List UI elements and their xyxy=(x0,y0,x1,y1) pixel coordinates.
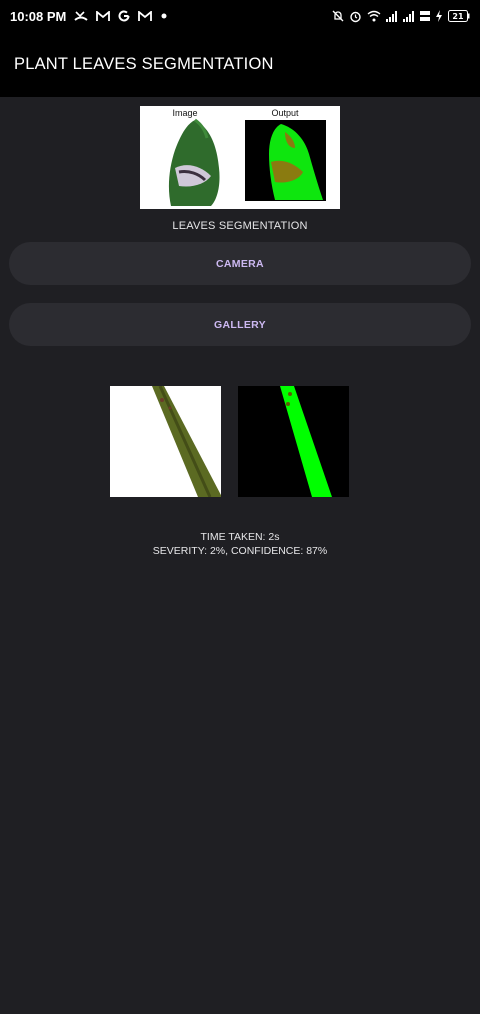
battery-icon: 21 xyxy=(448,10,470,22)
gmail-icon xyxy=(96,10,111,22)
example-output-image xyxy=(245,120,326,201)
signal-icon xyxy=(403,10,415,22)
gmail-icon xyxy=(138,10,153,22)
app-bar: PLANT LEAVES SEGMENTATION xyxy=(0,32,480,97)
page-title: PLANT LEAVES SEGMENTATION xyxy=(14,55,274,73)
gallery-button[interactable]: GALLERY xyxy=(9,303,471,346)
missed-call-icon xyxy=(74,10,89,22)
output-caption: Output xyxy=(271,108,299,118)
dot-icon xyxy=(160,12,168,20)
segmented-leaf-image xyxy=(238,386,349,497)
google-icon xyxy=(118,10,130,22)
charging-icon xyxy=(435,10,443,22)
camera-button[interactable]: CAMERA xyxy=(9,242,471,285)
mute-icon xyxy=(332,10,344,22)
image-caption: Image xyxy=(172,108,198,118)
network-speed-icon xyxy=(420,10,430,22)
battery-level: 21 xyxy=(452,12,464,21)
alarm-icon xyxy=(349,10,362,23)
signal-icon xyxy=(386,10,398,22)
wifi-icon xyxy=(367,10,381,22)
time-taken-text: TIME TAKEN: 2s xyxy=(200,531,280,543)
status-bar: 10:08 PM 21 xyxy=(0,0,480,32)
section-label: LEAVES SEGMENTATION xyxy=(172,220,308,232)
example-preview: Image Output xyxy=(140,106,340,209)
input-leaf-image xyxy=(110,386,221,497)
example-leaf-image xyxy=(168,118,220,206)
severity-confidence-text: SEVERITY: 2%, CONFIDENCE: 87% xyxy=(152,545,328,557)
status-time: 10:08 PM xyxy=(10,8,67,24)
